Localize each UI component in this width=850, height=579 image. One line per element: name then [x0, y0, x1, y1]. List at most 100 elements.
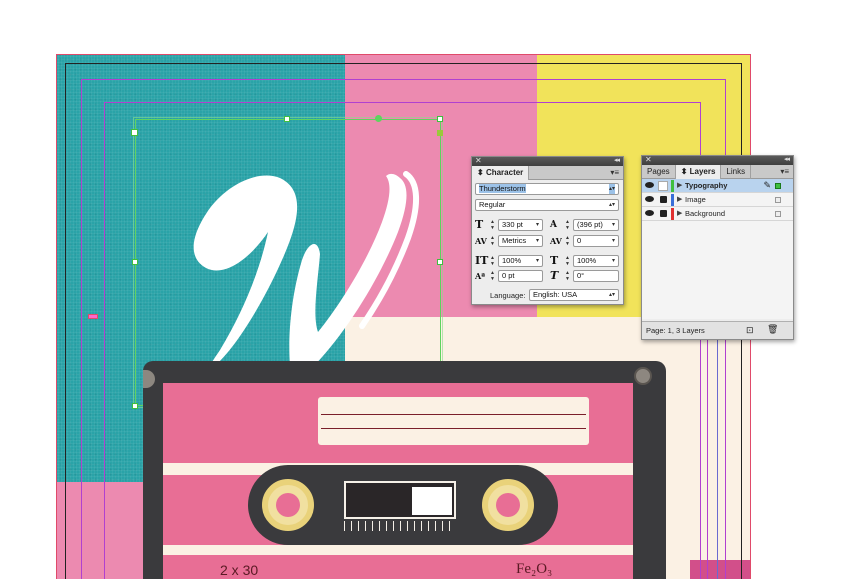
vertical-scale-field[interactable]: 100% ▾: [498, 255, 543, 267]
visibility-eye-icon[interactable]: [645, 210, 654, 216]
column-guide: [717, 340, 718, 579]
font-size-field[interactable]: 330 pt ▾: [498, 219, 543, 231]
character-tabbar: ⬍ Character ▾≡: [472, 166, 623, 180]
collapse-icon[interactable]: ◂◂: [784, 155, 790, 163]
layers-tabbar: Pages ⬍ Layers Links ▾≡: [642, 165, 793, 179]
font-family-field[interactable]: Thunderstorm ▴▾: [475, 183, 619, 195]
layer-color-swatch: [671, 208, 674, 220]
font-size-icon: T: [475, 218, 484, 231]
baseline-shift-field[interactable]: 0 pt: [498, 270, 543, 282]
trash-icon[interactable]: 🗑: [767, 324, 778, 335]
layers-status: Page: 1, 3 Layers: [646, 326, 705, 335]
chevron-down-icon[interactable]: ▴▾: [608, 184, 615, 194]
kerning-stepper[interactable]: ▲ ▼: [489, 235, 496, 247]
selection-indicator[interactable]: [775, 197, 781, 203]
chevron-down-icon[interactable]: ▾: [612, 256, 615, 266]
selection-handle[interactable]: [375, 115, 382, 122]
selection-indicator[interactable]: [775, 211, 781, 217]
writing-line: [321, 414, 586, 415]
leading-field[interactable]: (396 pt) ▾: [573, 219, 619, 231]
new-layer-icon[interactable]: ⊡: [746, 325, 754, 336]
leading-stepper[interactable]: ▲ ▼: [564, 219, 571, 231]
chevron-down-icon[interactable]: ▾: [612, 236, 615, 246]
skew-field[interactable]: 0°: [573, 270, 619, 282]
selection-handle[interactable]: [284, 116, 290, 122]
character-panel-titlebar[interactable]: ✕ ◂◂: [472, 156, 623, 166]
baseline-shift-stepper[interactable]: ▲ ▼: [489, 270, 496, 282]
pen-icon: ✎: [763, 180, 771, 190]
skew-value: 0°: [577, 271, 585, 280]
expand-triangle-icon[interactable]: ▶: [677, 207, 682, 220]
kerning-value: Metrics: [502, 236, 527, 245]
lock-icon[interactable]: [660, 196, 667, 203]
selection-handle[interactable]: [437, 130, 443, 136]
chevron-down-icon[interactable]: ▴▾: [609, 290, 615, 300]
tracking-field[interactable]: 0 ▾: [573, 235, 619, 247]
layer-row-image[interactable]: ▶ Image: [642, 193, 793, 207]
font-size-value: 330 pt: [502, 220, 523, 229]
collapse-icon[interactable]: ◂◂: [614, 156, 620, 164]
selection-handle[interactable]: [131, 129, 138, 136]
kerning-icon: AV: [475, 236, 487, 246]
chevron-down-icon[interactable]: ▾: [612, 220, 615, 230]
visibility-eye-icon[interactable]: [645, 182, 654, 188]
selection-handle[interactable]: [437, 116, 443, 122]
tape-window-clear: [412, 487, 452, 515]
tab-pages[interactable]: Pages: [642, 165, 676, 179]
chevron-down-icon[interactable]: ▾: [536, 256, 539, 266]
layer-name: Image: [685, 195, 706, 204]
layer-row-typography[interactable]: ▶ Typography ✎: [642, 179, 793, 193]
tape-reel-hub: [276, 493, 300, 517]
font-family-value: Thunderstorm: [479, 184, 526, 193]
chevron-down-icon[interactable]: ▾: [536, 220, 539, 230]
selection-handle[interactable]: [132, 403, 138, 409]
selection-handle[interactable]: [437, 259, 443, 265]
layers-panel-titlebar[interactable]: ✕ ◂◂: [642, 155, 793, 165]
panel-menu-icon[interactable]: ▾≡: [610, 168, 619, 177]
column-guide: [707, 340, 708, 579]
panel-menu-icon[interactable]: ▾≡: [780, 167, 789, 176]
layers-list: ▶ Typography ✎ ▶ Image ▶ Background: [642, 179, 793, 319]
kerning-field[interactable]: Metrics ▾: [498, 235, 543, 247]
reference-point-marker: [88, 314, 98, 319]
character-tab-label: Character: [485, 168, 524, 177]
font-style-field[interactable]: Regular ▴▾: [475, 199, 619, 211]
layer-row-background[interactable]: ▶ Background: [642, 207, 793, 221]
tape-window-ticks: [344, 521, 456, 531]
font-style-value: Regular: [479, 200, 506, 209]
lock-toggle[interactable]: [658, 181, 668, 191]
horizontal-scale-value: 100%: [577, 256, 597, 265]
layer-name: Background: [685, 209, 726, 218]
cassette-title-strip: [318, 397, 589, 445]
visibility-eye-icon[interactable]: [645, 196, 654, 202]
chevron-down-icon[interactable]: ▴▾: [609, 200, 615, 210]
leading-value: (396 pt): [577, 220, 603, 229]
expand-triangle-icon[interactable]: ▶: [677, 179, 682, 192]
horizontal-scale-field[interactable]: 100% ▾: [573, 255, 619, 267]
tracking-stepper[interactable]: ▲ ▼: [564, 235, 571, 247]
lock-icon[interactable]: [660, 210, 667, 217]
cassette-screw: [634, 367, 652, 385]
cassette-label-stripe: [163, 545, 633, 555]
vertical-scale-value: 100%: [502, 256, 522, 265]
font-size-stepper[interactable]: ▲ ▼: [489, 219, 496, 231]
skew-stepper[interactable]: ▲ ▼: [564, 270, 571, 282]
horizontal-scale-stepper[interactable]: ▲ ▼: [564, 255, 571, 267]
language-value: English: USA: [533, 290, 578, 299]
selection-indicator[interactable]: [775, 183, 781, 189]
close-icon[interactable]: ✕: [645, 155, 652, 164]
tab-links[interactable]: Links: [721, 165, 752, 179]
chevron-down-icon[interactable]: ▾: [536, 236, 539, 246]
tab-character[interactable]: ⬍ Character: [472, 166, 530, 180]
layers-panel: ✕ ◂◂ Pages ⬍ Layers Links ▾≡ ▶ Typograph…: [641, 155, 794, 340]
language-field[interactable]: English: USA ▴▾: [529, 289, 619, 301]
expand-triangle-icon[interactable]: ▶: [677, 193, 682, 206]
vertical-scale-stepper[interactable]: ▲ ▼: [489, 255, 496, 267]
layer-name: Typography: [685, 181, 728, 190]
tracking-value: 0: [577, 236, 582, 245]
close-icon[interactable]: ✕: [475, 156, 482, 165]
language-label: Language:: [490, 291, 526, 300]
tab-layers[interactable]: ⬍ Layers: [675, 165, 722, 179]
selection-handle[interactable]: [132, 259, 138, 265]
writing-line: [321, 428, 586, 429]
